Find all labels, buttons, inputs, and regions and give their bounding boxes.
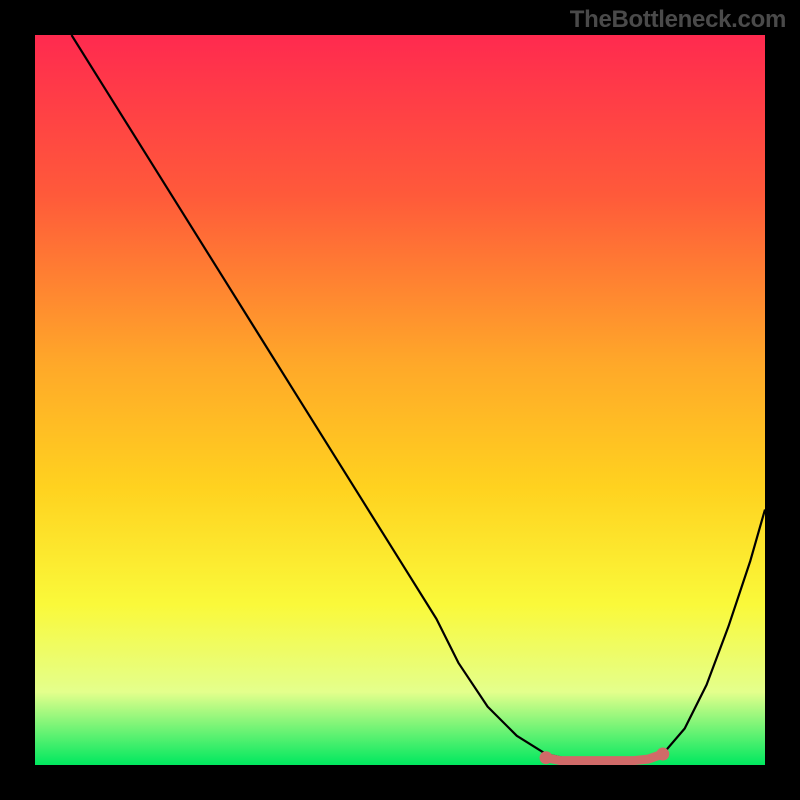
- gradient-background: [35, 35, 765, 765]
- watermark-text: TheBottleneck.com: [570, 6, 786, 34]
- chart-frame: TheBottleneck.com: [0, 0, 800, 800]
- chart-svg: [35, 35, 765, 765]
- optimum-band-endpoint: [540, 751, 553, 764]
- optimum-band-endpoint: [656, 748, 669, 761]
- plot-area: [35, 35, 765, 765]
